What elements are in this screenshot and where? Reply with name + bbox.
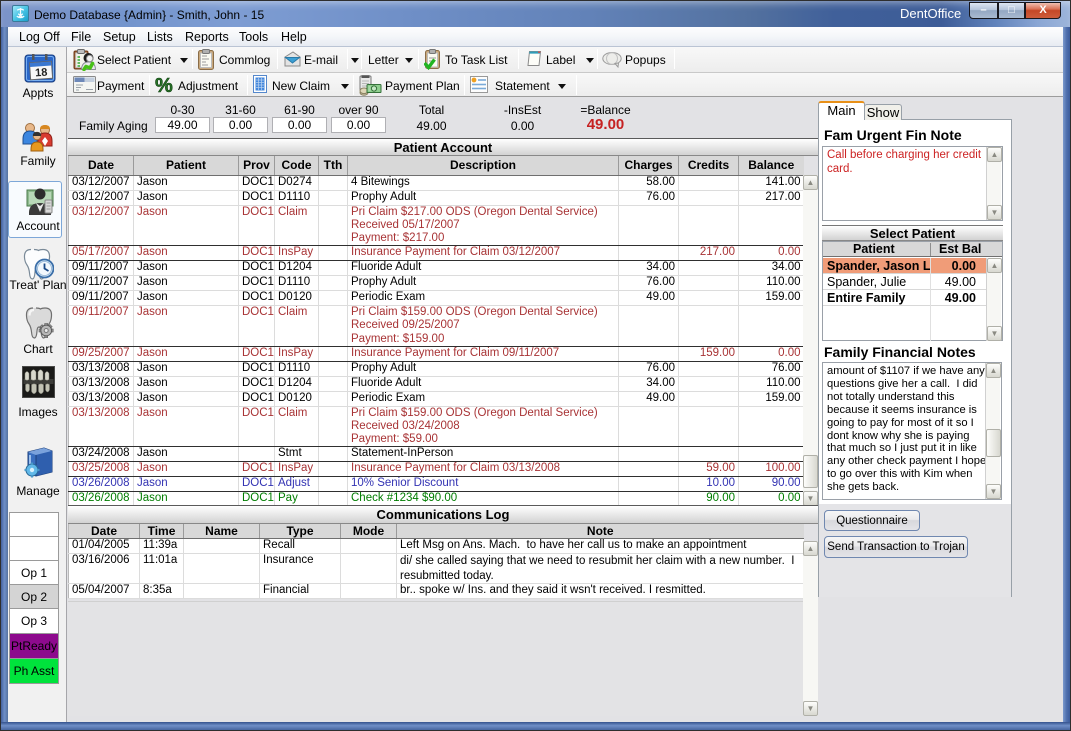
svg-text:%: % [155, 75, 173, 95]
svg-text:18: 18 [35, 67, 48, 80]
